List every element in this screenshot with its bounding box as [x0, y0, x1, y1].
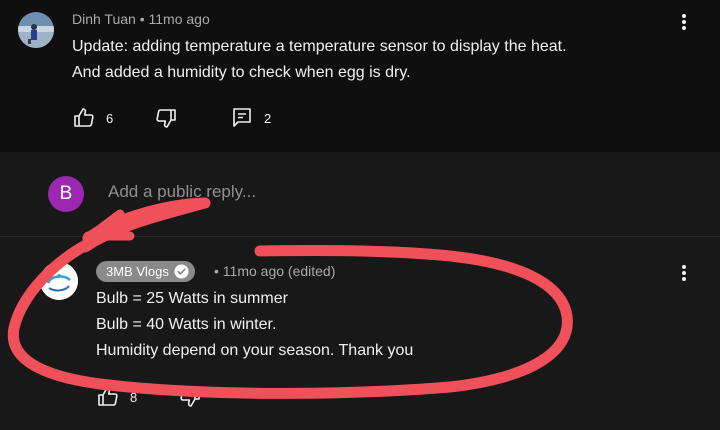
reply-line: Bulb = 40 Watts in winter.	[96, 316, 277, 333]
comment-like-button[interactable]: 6	[72, 106, 113, 130]
comment-line: Update: adding temperature a temperature…	[72, 38, 567, 55]
avatar-letter: B	[59, 183, 73, 204]
reply-like-count: 8	[130, 389, 138, 405]
thumb-up-icon	[72, 106, 96, 130]
comment-reply-count: 2	[264, 110, 272, 126]
commenter-avatar[interactable]	[18, 12, 54, 48]
divider	[0, 236, 720, 237]
reply-line: Humidity depend on your season. Thank yo…	[96, 342, 414, 359]
reply-text: Bulb = 25 Watts in summer Bulb = 40 Watt…	[96, 286, 413, 364]
comment-like-count: 6	[106, 110, 114, 126]
comment-replies-button[interactable]: 2	[230, 106, 271, 130]
add-reply-input[interactable]: Add a public reply...	[108, 182, 668, 211]
comment-text: Update: adding temperature a temperature…	[72, 34, 567, 86]
thumb-down-icon	[154, 106, 178, 130]
reply-line: Bulb = 25 Watts in summer	[96, 290, 288, 307]
reply-dislike-button[interactable]	[178, 385, 202, 409]
channel-avatar[interactable]	[40, 262, 78, 300]
reply-menu-button[interactable]	[672, 261, 696, 285]
reply-author: 3MB Vlogs	[106, 264, 169, 279]
thumb-down-icon	[178, 385, 202, 409]
avatar-photo-icon	[18, 12, 54, 48]
reply-placeholder: Add a public reply...	[108, 182, 257, 201]
comment-bubble-icon	[230, 106, 254, 130]
comment-header: Dinh Tuan • 11mo ago	[72, 11, 210, 27]
reply-time[interactable]: • 11mo ago (edited)	[214, 263, 335, 279]
reply-author-chip[interactable]: 3MB Vlogs	[96, 261, 195, 282]
comment-dislike-button[interactable]	[154, 106, 178, 130]
channel-logo-icon	[40, 262, 78, 300]
verified-check-icon	[174, 264, 189, 279]
reply-like-button[interactable]: 8	[96, 385, 137, 409]
more-vert-icon	[682, 14, 686, 30]
comment-line: And added a humidity to check when egg i…	[72, 64, 411, 81]
current-user-avatar[interactable]: B	[48, 176, 84, 212]
comment-time[interactable]: • 11mo ago	[140, 11, 210, 27]
thumb-up-icon	[96, 385, 120, 409]
comment-menu-button[interactable]	[672, 10, 696, 34]
annotation-arrow-head	[83, 209, 135, 243]
comment-author[interactable]: Dinh Tuan	[72, 11, 136, 27]
more-vert-icon	[682, 265, 686, 281]
